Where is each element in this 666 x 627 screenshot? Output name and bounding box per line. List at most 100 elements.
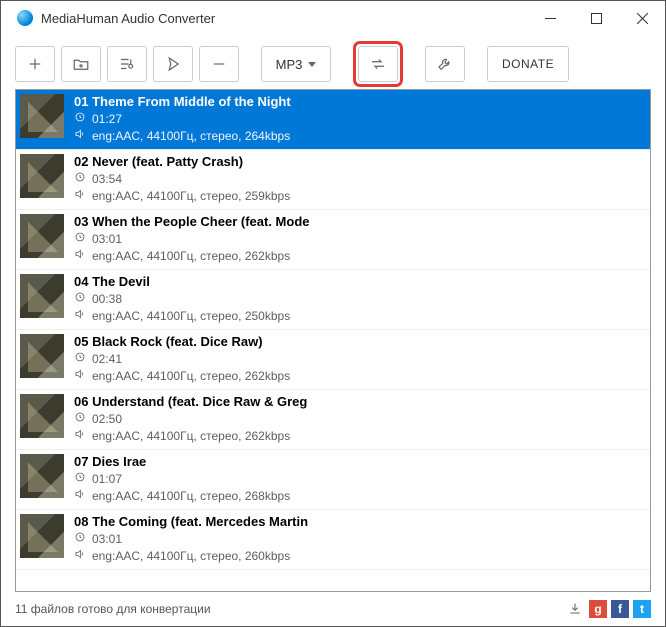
track-codec: eng:AAC, 44100Гц, стерео, 262kbps — [92, 249, 290, 263]
titlebar: MediaHuman Audio Converter — [1, 1, 665, 35]
twitter-icon[interactable]: t — [633, 600, 651, 618]
track-row[interactable]: 06 Understand (feat. Dice Raw & Greg 02:5… — [16, 390, 650, 450]
track-info: 01 Theme From Middle of the Night 01:27 en… — [74, 94, 642, 143]
sound-icon — [74, 428, 86, 443]
track-codec: eng:AAC, 44100Гц, стерео, 250kbps — [92, 309, 290, 323]
tag-icon — [164, 55, 182, 73]
track-codec: eng:AAC, 44100Гц, стерео, 259kbps — [92, 189, 290, 203]
track-codec: eng:AAC, 44100Гц, стерео, 262kbps — [92, 429, 290, 443]
album-art — [20, 514, 64, 558]
download-updates-icon[interactable] — [565, 600, 585, 618]
track-duration-line: 03:01 — [74, 531, 642, 546]
clock-icon — [74, 531, 86, 546]
googleplus-icon[interactable]: g — [589, 600, 607, 618]
album-art — [20, 214, 64, 258]
track-duration: 02:50 — [92, 412, 122, 426]
folder-plus-icon — [72, 55, 90, 73]
window-controls — [527, 1, 665, 35]
track-info: 08 The Coming (feat. Mercedes Martin03:0… — [74, 514, 642, 563]
album-art — [20, 274, 64, 318]
track-title: 06 Understand (feat. Dice Raw & Greg — [74, 394, 642, 409]
track-duration: 02:41 — [92, 352, 122, 366]
add-file-button[interactable] — [15, 46, 55, 82]
track-row[interactable]: 05 Black Rock (feat. Dice Raw) 02:41 eng:A… — [16, 330, 650, 390]
track-list-container: 01 Theme From Middle of the Night 01:27 en… — [15, 89, 651, 592]
add-folder-button[interactable] — [61, 46, 101, 82]
window-title: MediaHuman Audio Converter — [41, 11, 215, 26]
maximize-button[interactable] — [573, 1, 619, 35]
track-codec-line: eng:AAC, 44100Гц, стерео, 264kbps — [74, 128, 642, 143]
track-codec-line: eng:AAC, 44100Гц, стерео, 262kbps — [74, 368, 642, 383]
album-art — [20, 334, 64, 378]
album-art — [20, 394, 64, 438]
album-art — [20, 154, 64, 198]
close-button[interactable] — [619, 1, 665, 35]
sound-icon — [74, 248, 86, 263]
donate-label: DONATE — [502, 57, 554, 71]
minimize-button[interactable] — [527, 1, 573, 35]
track-codec: eng:AAC, 44100Гц, стерео, 264kbps — [92, 129, 290, 143]
music-search-icon — [118, 55, 136, 73]
track-duration: 01:27 — [92, 112, 122, 126]
track-title: 04 The Devil — [74, 274, 642, 289]
titlebar-left: MediaHuman Audio Converter — [17, 10, 215, 26]
sound-icon — [74, 548, 86, 563]
track-title: 05 Black Rock (feat. Dice Raw) — [74, 334, 642, 349]
search-tracks-button[interactable] — [107, 46, 147, 82]
track-duration: 00:38 — [92, 292, 122, 306]
track-codec: eng:AAC, 44100Гц, стерео, 260kbps — [92, 549, 290, 563]
track-duration-line: 03:01 — [74, 231, 642, 246]
track-list[interactable]: 01 Theme From Middle of the Night 01:27 en… — [16, 90, 650, 591]
album-art — [20, 94, 64, 138]
track-codec: eng:AAC, 44100Гц, стерео, 262kbps — [92, 369, 290, 383]
clock-icon — [74, 411, 86, 426]
track-codec-line: eng:AAC, 44100Гц, стерео, 259kbps — [74, 188, 642, 203]
track-codec-line: eng:AAC, 44100Гц, стерео, 268kbps — [74, 488, 642, 503]
sound-icon — [74, 188, 86, 203]
output-format-dropdown[interactable]: MP3 — [261, 46, 331, 82]
track-info: 07 Dies Irae01:07eng:AAC, 44100Гц, стере… — [74, 454, 642, 503]
sound-icon — [74, 128, 86, 143]
track-info: 05 Black Rock (feat. Dice Raw) 02:41 eng:A… — [74, 334, 642, 383]
track-duration: 03:01 — [92, 532, 122, 546]
donate-button[interactable]: DONATE — [487, 46, 569, 82]
sound-icon — [74, 308, 86, 323]
track-duration: 01:07 — [92, 472, 122, 486]
convert-arrows-icon — [369, 55, 387, 73]
plus-icon — [26, 55, 44, 73]
facebook-icon[interactable]: f — [611, 600, 629, 618]
album-art — [20, 454, 64, 498]
track-row[interactable]: 08 The Coming (feat. Mercedes Martin03:0… — [16, 510, 650, 570]
share-icons: g f t — [565, 600, 651, 618]
wrench-icon — [436, 55, 454, 73]
track-codec-line: eng:AAC, 44100Гц, стерео, 262kbps — [74, 428, 642, 443]
track-duration-line: 03:54 — [74, 171, 642, 186]
settings-button[interactable] — [425, 46, 465, 82]
track-title: 03 When the People Cheer (feat. Mode — [74, 214, 642, 229]
track-row[interactable]: 02 Never (feat. Patty Crash)03:54eng:AAC… — [16, 150, 650, 210]
track-row[interactable]: 04 The Devil 00:38 eng:AAC, 44100Гц, стере… — [16, 270, 650, 330]
track-codec-line: eng:AAC, 44100Гц, стерео, 260kbps — [74, 548, 642, 563]
toolbar: MP3 DONATE — [1, 35, 665, 97]
track-duration-line: 00:38 — [74, 291, 642, 306]
convert-button[interactable] — [358, 46, 398, 82]
track-row[interactable]: 01 Theme From Middle of the Night 01:27 en… — [16, 90, 650, 150]
remove-button[interactable] — [199, 46, 239, 82]
locate-button[interactable] — [153, 46, 193, 82]
clock-icon — [74, 171, 86, 186]
clock-icon — [74, 291, 86, 306]
track-info: 02 Never (feat. Patty Crash)03:54eng:AAC… — [74, 154, 642, 203]
track-duration-line: 01:07 — [74, 471, 642, 486]
track-codec-line: eng:AAC, 44100Гц, стерео, 250kbps — [74, 308, 642, 323]
status-text: 11 файлов готово для конвертации — [15, 602, 211, 616]
track-duration: 03:54 — [92, 172, 122, 186]
track-row[interactable]: 07 Dies Irae01:07eng:AAC, 44100Гц, стере… — [16, 450, 650, 510]
track-duration-line: 01:27 — [74, 111, 642, 126]
track-info: 03 When the People Cheer (feat. Mode 03:0… — [74, 214, 642, 263]
track-info: 04 The Devil 00:38 eng:AAC, 44100Гц, стере… — [74, 274, 642, 323]
clock-icon — [74, 231, 86, 246]
track-row[interactable]: 03 When the People Cheer (feat. Mode 03:0… — [16, 210, 650, 270]
track-title: 01 Theme From Middle of the Night — [74, 94, 642, 109]
track-duration: 03:01 — [92, 232, 122, 246]
sound-icon — [74, 488, 86, 503]
